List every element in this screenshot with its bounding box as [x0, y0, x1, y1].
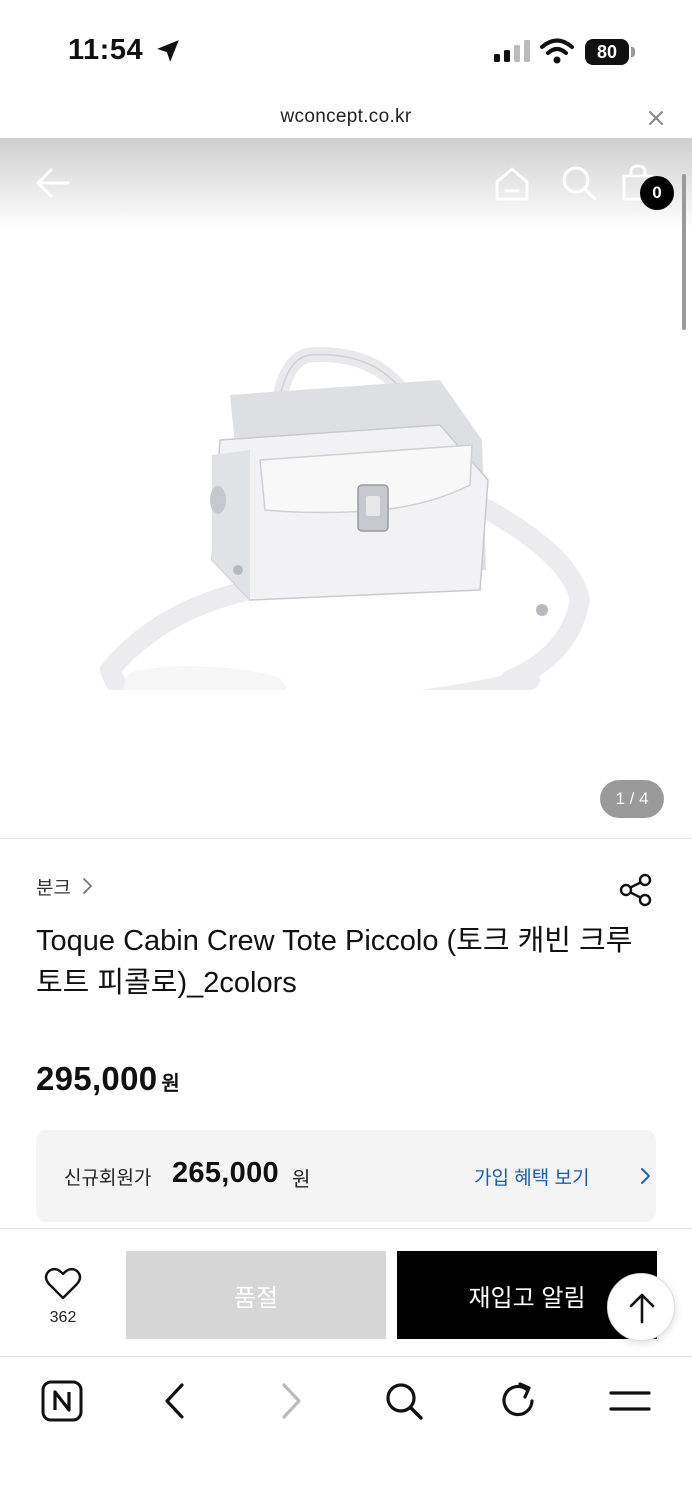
url-bar[interactable]: wconcept.co.kr — [0, 100, 692, 138]
refresh-icon[interactable] — [496, 1379, 540, 1423]
product-title: Toque Cabin Crew Tote Piccolo (토크 캐빈 크루 … — [36, 925, 633, 999]
battery-tip — [631, 47, 635, 57]
price-row: 295,000 원 — [36, 1060, 180, 1098]
purchase-action-bar: 362 품절 재입고 알림 — [0, 1228, 692, 1356]
status-time: 11:54 — [68, 34, 144, 66]
cart-count-badge: 0 — [640, 176, 674, 210]
browser-forward-icon[interactable] — [268, 1379, 312, 1423]
wifi-icon — [540, 38, 574, 64]
browser-toolbar — [0, 1356, 692, 1500]
soldout-button[interactable]: 품절 — [126, 1251, 386, 1339]
member-price-label: 신규회원가 — [64, 1168, 152, 1189]
member-price-value: 265,000 — [172, 1157, 279, 1189]
location-arrow-icon — [157, 40, 179, 62]
signup-benefit-link[interactable]: 가입 혜택 보기 — [474, 1163, 589, 1190]
scroll-top-button[interactable] — [607, 1273, 675, 1341]
naver-icon[interactable] — [40, 1379, 84, 1423]
price-value: 295,000 — [36, 1060, 158, 1097]
browser-back-icon[interactable] — [154, 1379, 198, 1423]
signal-icon — [494, 40, 530, 62]
member-price-unit: 원 — [292, 1169, 311, 1191]
arrow-up-icon — [629, 1293, 655, 1324]
search-icon[interactable] — [382, 1379, 426, 1423]
brand-link[interactable]: 분크 — [36, 872, 95, 900]
search-icon[interactable] — [560, 164, 598, 202]
chevron-right-icon — [83, 878, 92, 894]
url-text[interactable]: wconcept.co.kr — [0, 106, 692, 128]
share-icon[interactable] — [618, 872, 654, 908]
battery-level: 80 — [585, 39, 629, 65]
close-icon[interactable] — [644, 106, 668, 130]
wish-count: 362 — [49, 1309, 77, 1326]
status-bar: 11:54 80 — [0, 0, 692, 100]
product-image — [100, 347, 591, 690]
battery-icon: 80 — [585, 39, 635, 65]
divider — [0, 838, 692, 839]
menu-icon[interactable] — [608, 1379, 652, 1423]
heart-icon[interactable] — [44, 1267, 82, 1301]
price-unit: 원 — [161, 1073, 180, 1095]
chevron-right-icon[interactable] — [639, 1167, 651, 1185]
gallery-page-indicator: 1 / 4 — [600, 780, 664, 818]
brand-name[interactable]: 분크 — [36, 873, 71, 900]
member-price-box: 신규회원가 265,000 원 가입 혜택 보기 — [36, 1130, 656, 1222]
back-arrow-icon[interactable] — [34, 164, 72, 202]
scrollbar[interactable] — [682, 174, 686, 330]
home-icon[interactable] — [492, 164, 532, 204]
product-gallery[interactable]: 0 1 / 4 — [0, 138, 692, 838]
